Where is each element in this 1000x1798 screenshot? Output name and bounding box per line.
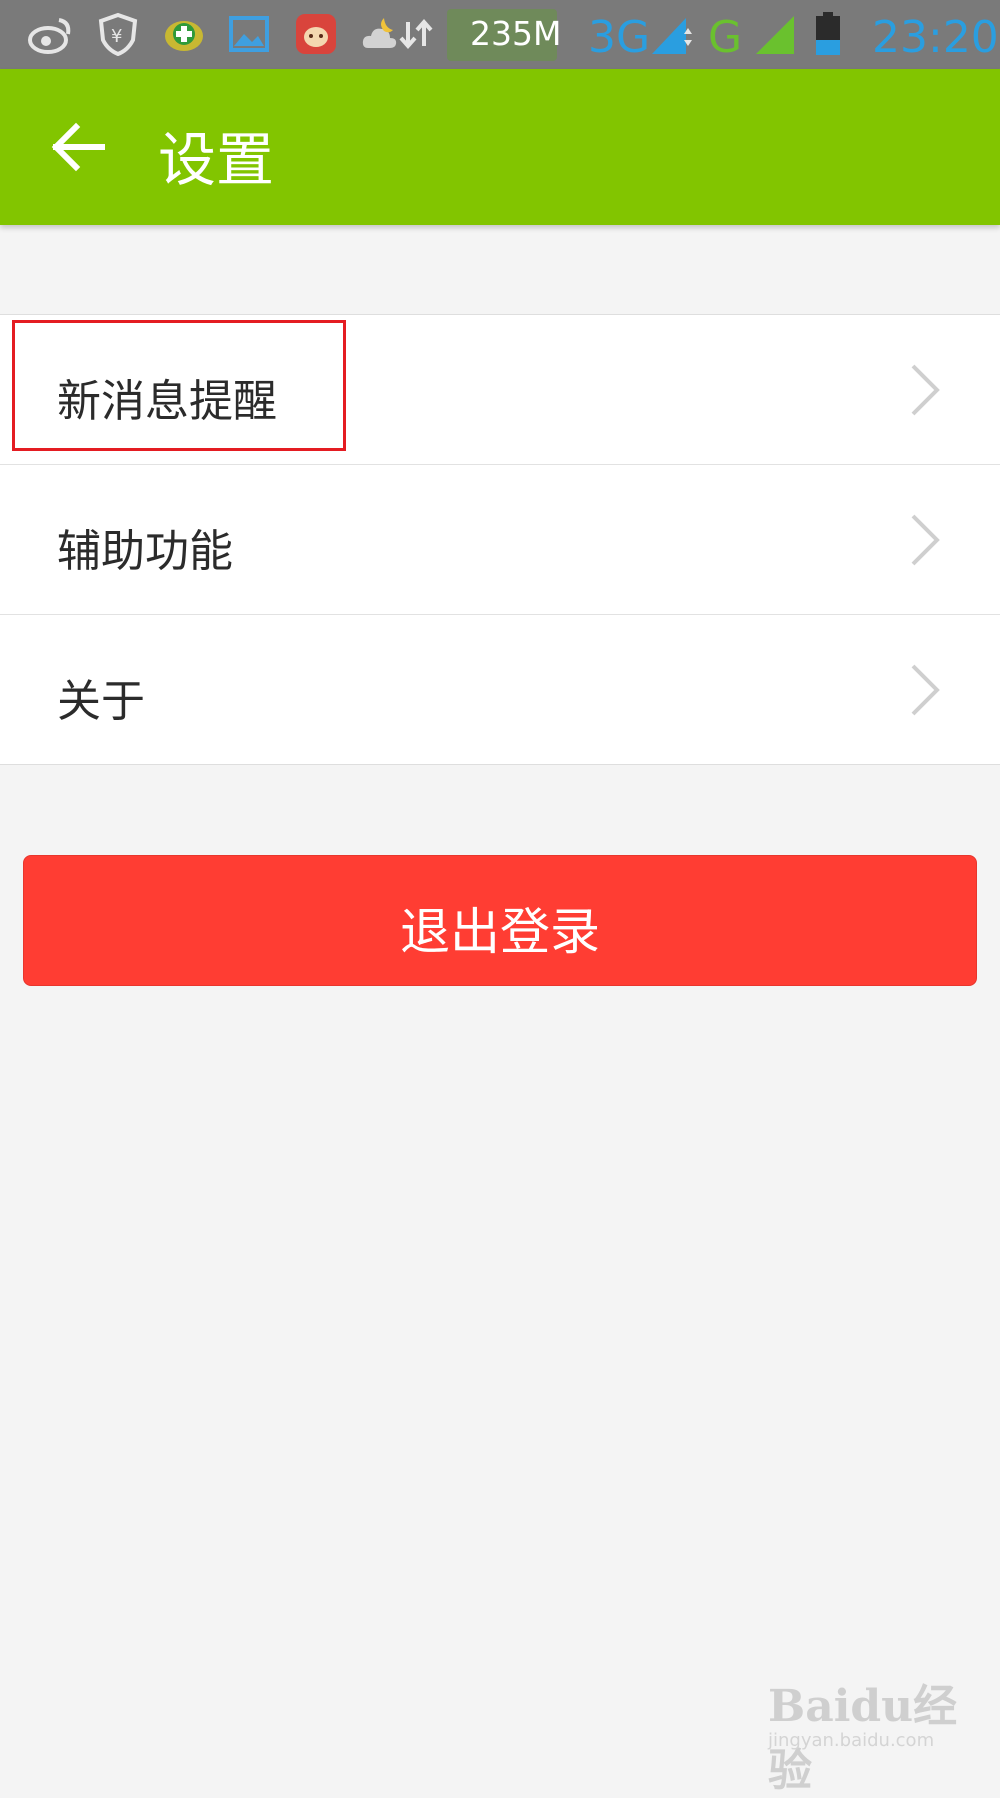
chevron-right-icon	[911, 514, 940, 566]
logout-button[interactable]: 退出登录	[23, 855, 977, 986]
weibo-icon	[28, 18, 71, 54]
chevron-right-icon	[911, 364, 940, 416]
signal-icon	[756, 16, 794, 54]
status-bar: ¥ 235M 3G G 23:20	[0, 0, 1000, 69]
bull-app-icon	[296, 14, 336, 54]
back-arrow-icon[interactable]	[48, 119, 108, 175]
settings-item-label: 关于	[57, 676, 145, 727]
weather-icon	[362, 18, 397, 48]
baidu-jingyan-watermark: Baidu经验 jingyan.baidu.com	[760, 1668, 960, 1796]
plus-app-icon	[165, 21, 203, 51]
battery-icon	[816, 12, 840, 55]
clock: 23:20	[872, 12, 999, 63]
page-title: 设置	[158, 126, 275, 194]
network-g-label: G	[708, 12, 743, 63]
shield-yuan-icon: ¥	[98, 12, 138, 56]
watermark-url: jingyan.baidu.com	[768, 1730, 935, 1751]
sync-arrows-icon	[399, 18, 433, 50]
app-toolbar: 设置	[0, 69, 1000, 225]
svg-text:¥: ¥	[111, 26, 122, 47]
settings-item-about[interactable]: 关于	[0, 615, 1000, 764]
chevron-right-icon	[911, 664, 940, 716]
network-3g-label: 3G	[588, 12, 651, 63]
gallery-icon	[229, 16, 269, 52]
settings-item-label: 辅助功能	[57, 526, 233, 577]
memory-usage: 235M	[470, 14, 562, 53]
annotation-highlight-box	[12, 320, 346, 451]
signal-icon	[652, 18, 692, 54]
settings-item-accessibility[interactable]: 辅助功能	[0, 465, 1000, 615]
logout-button-label: 退出登录	[400, 903, 600, 961]
